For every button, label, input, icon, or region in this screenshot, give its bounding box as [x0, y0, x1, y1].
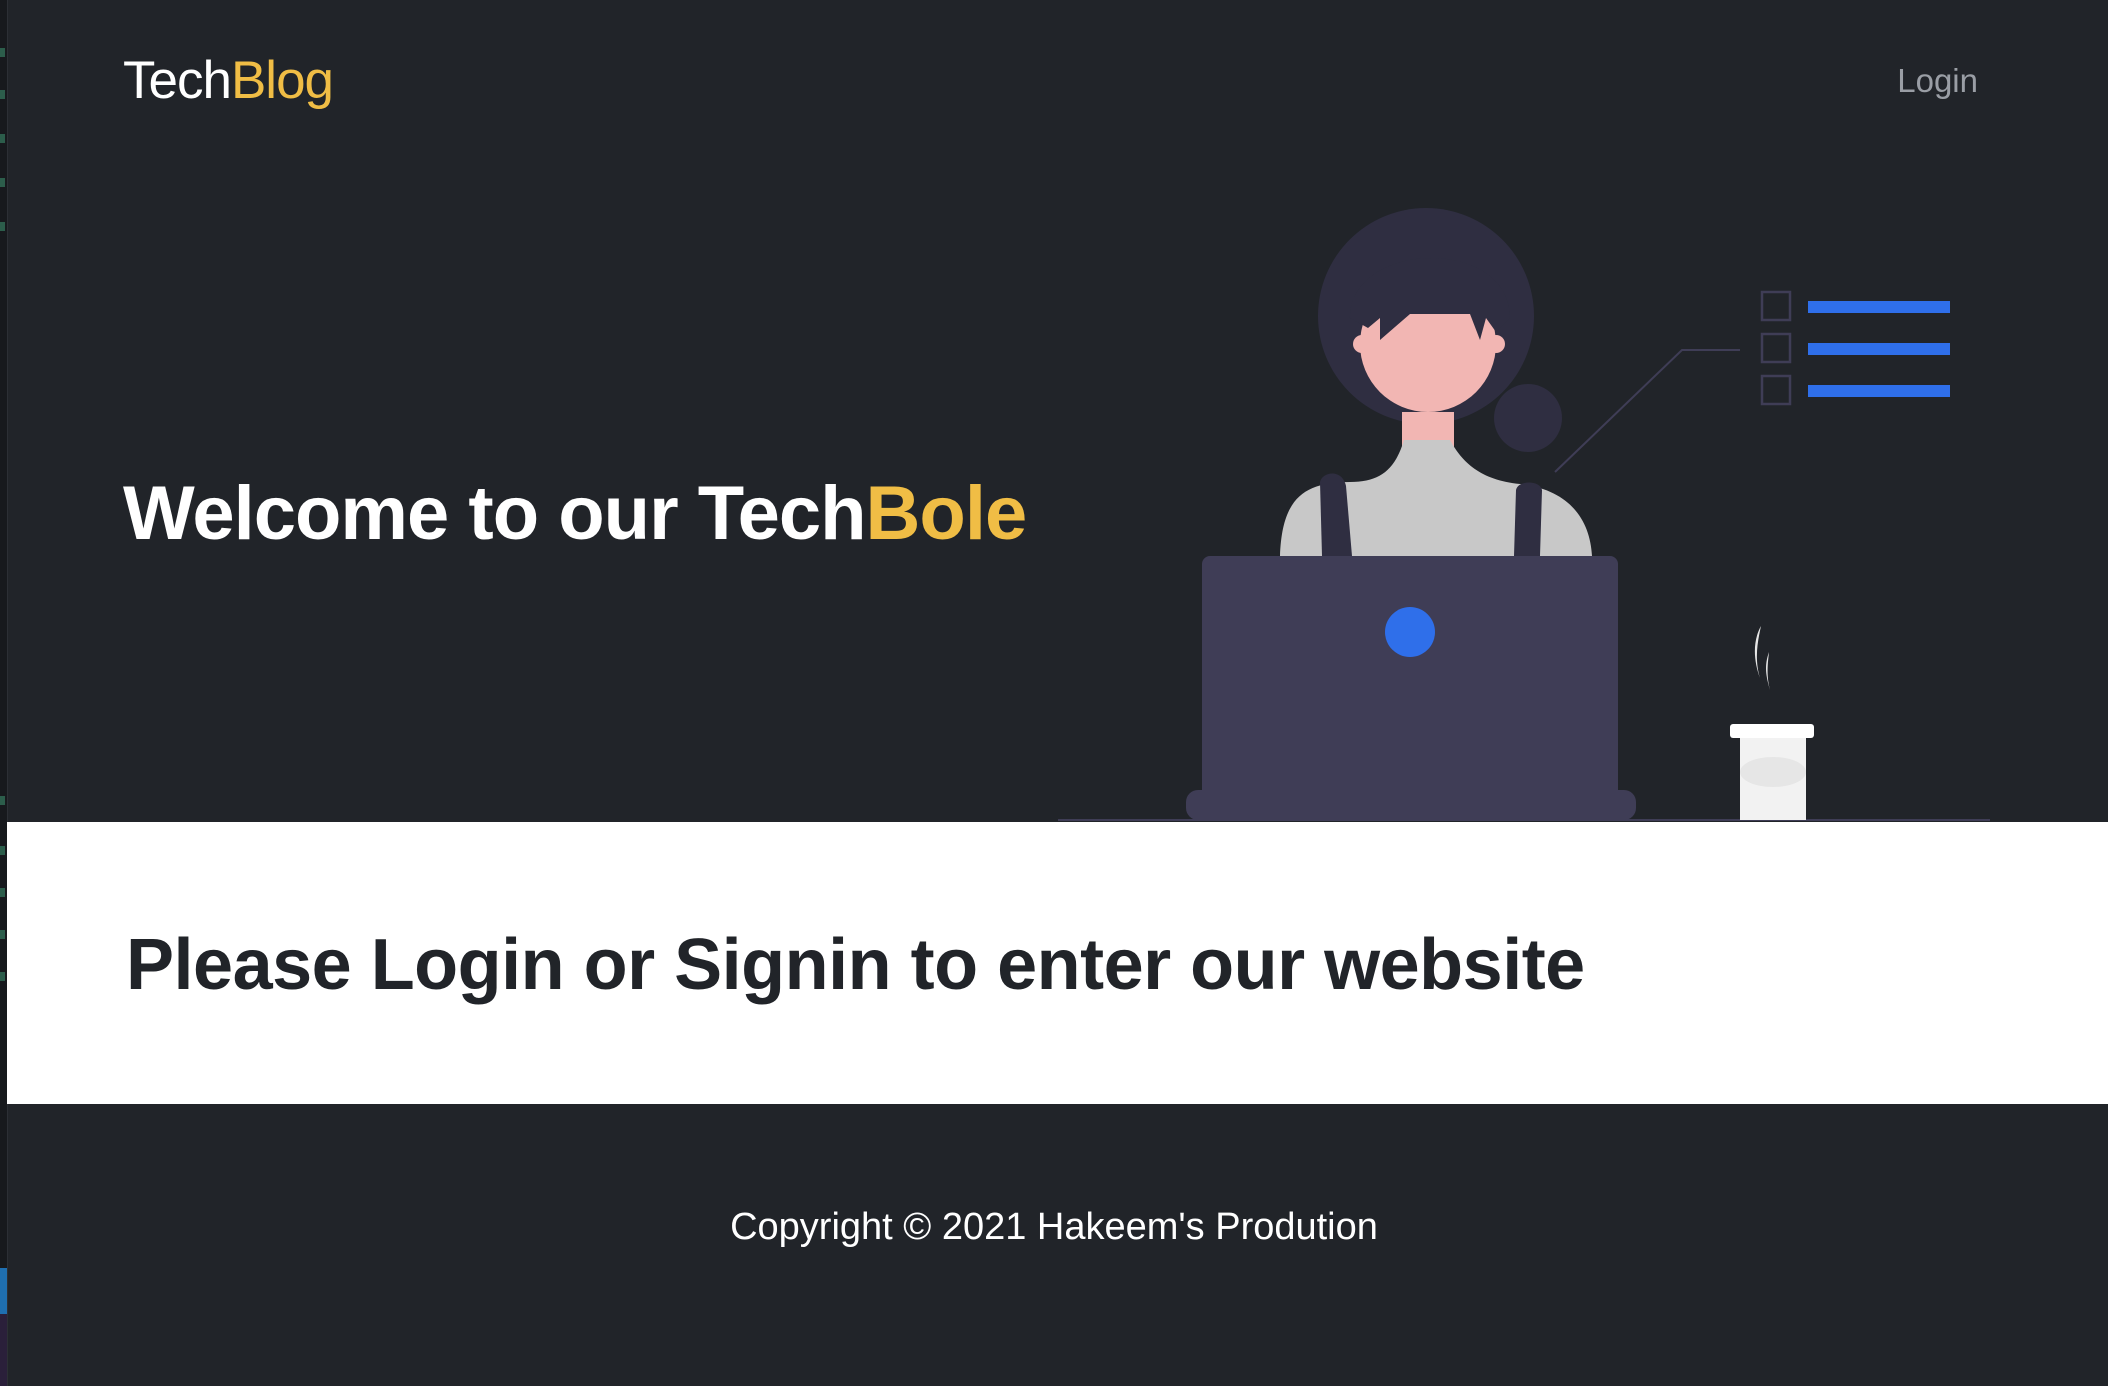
checklist-icon [1760, 290, 1950, 406]
editor-gutter-strip [0, 0, 8, 1386]
hero-title-text: Welcome to our Tech [123, 471, 867, 556]
gutter-mark [0, 178, 5, 187]
connector-line [1554, 349, 1740, 473]
gutter-mark [0, 134, 5, 143]
gutter-panel [0, 1314, 7, 1386]
gutter-highlight [0, 1268, 7, 1314]
gutter-mark [0, 90, 5, 99]
brand-logo-text: Tech [123, 51, 232, 110]
gutter-mark [0, 930, 5, 939]
gutter-mark [0, 48, 5, 57]
gutter-mark [0, 846, 5, 855]
login-link[interactable]: Login [1897, 62, 1978, 100]
woman-at-laptop-illustration [1058, 208, 1990, 821]
gutter-mark [0, 222, 5, 231]
hero-title-accent: Bole [865, 471, 1028, 556]
coffee-cup-icon [1730, 626, 1814, 820]
laptop-icon [1186, 556, 1636, 820]
footer-copyright: Copyright © 2021 Hakeem's Prodution [730, 1206, 1378, 1248]
cta-section: Please Login or Signin to enter our webs… [7, 822, 2108, 1104]
brand-logo-accent: Blog [230, 51, 334, 110]
hero-title: Welcome to our TechBole [123, 470, 1028, 557]
brand-logo[interactable]: TechBlog [123, 50, 334, 111]
gutter-mark [0, 796, 5, 805]
person-figure [1280, 208, 1592, 556]
gutter-mark [0, 888, 5, 897]
gutter-mark [0, 972, 5, 981]
page: TechBlog Login Welcome to our TechBole P… [0, 0, 2108, 1386]
cta-heading: Please Login or Signin to enter our webs… [126, 925, 1585, 1005]
